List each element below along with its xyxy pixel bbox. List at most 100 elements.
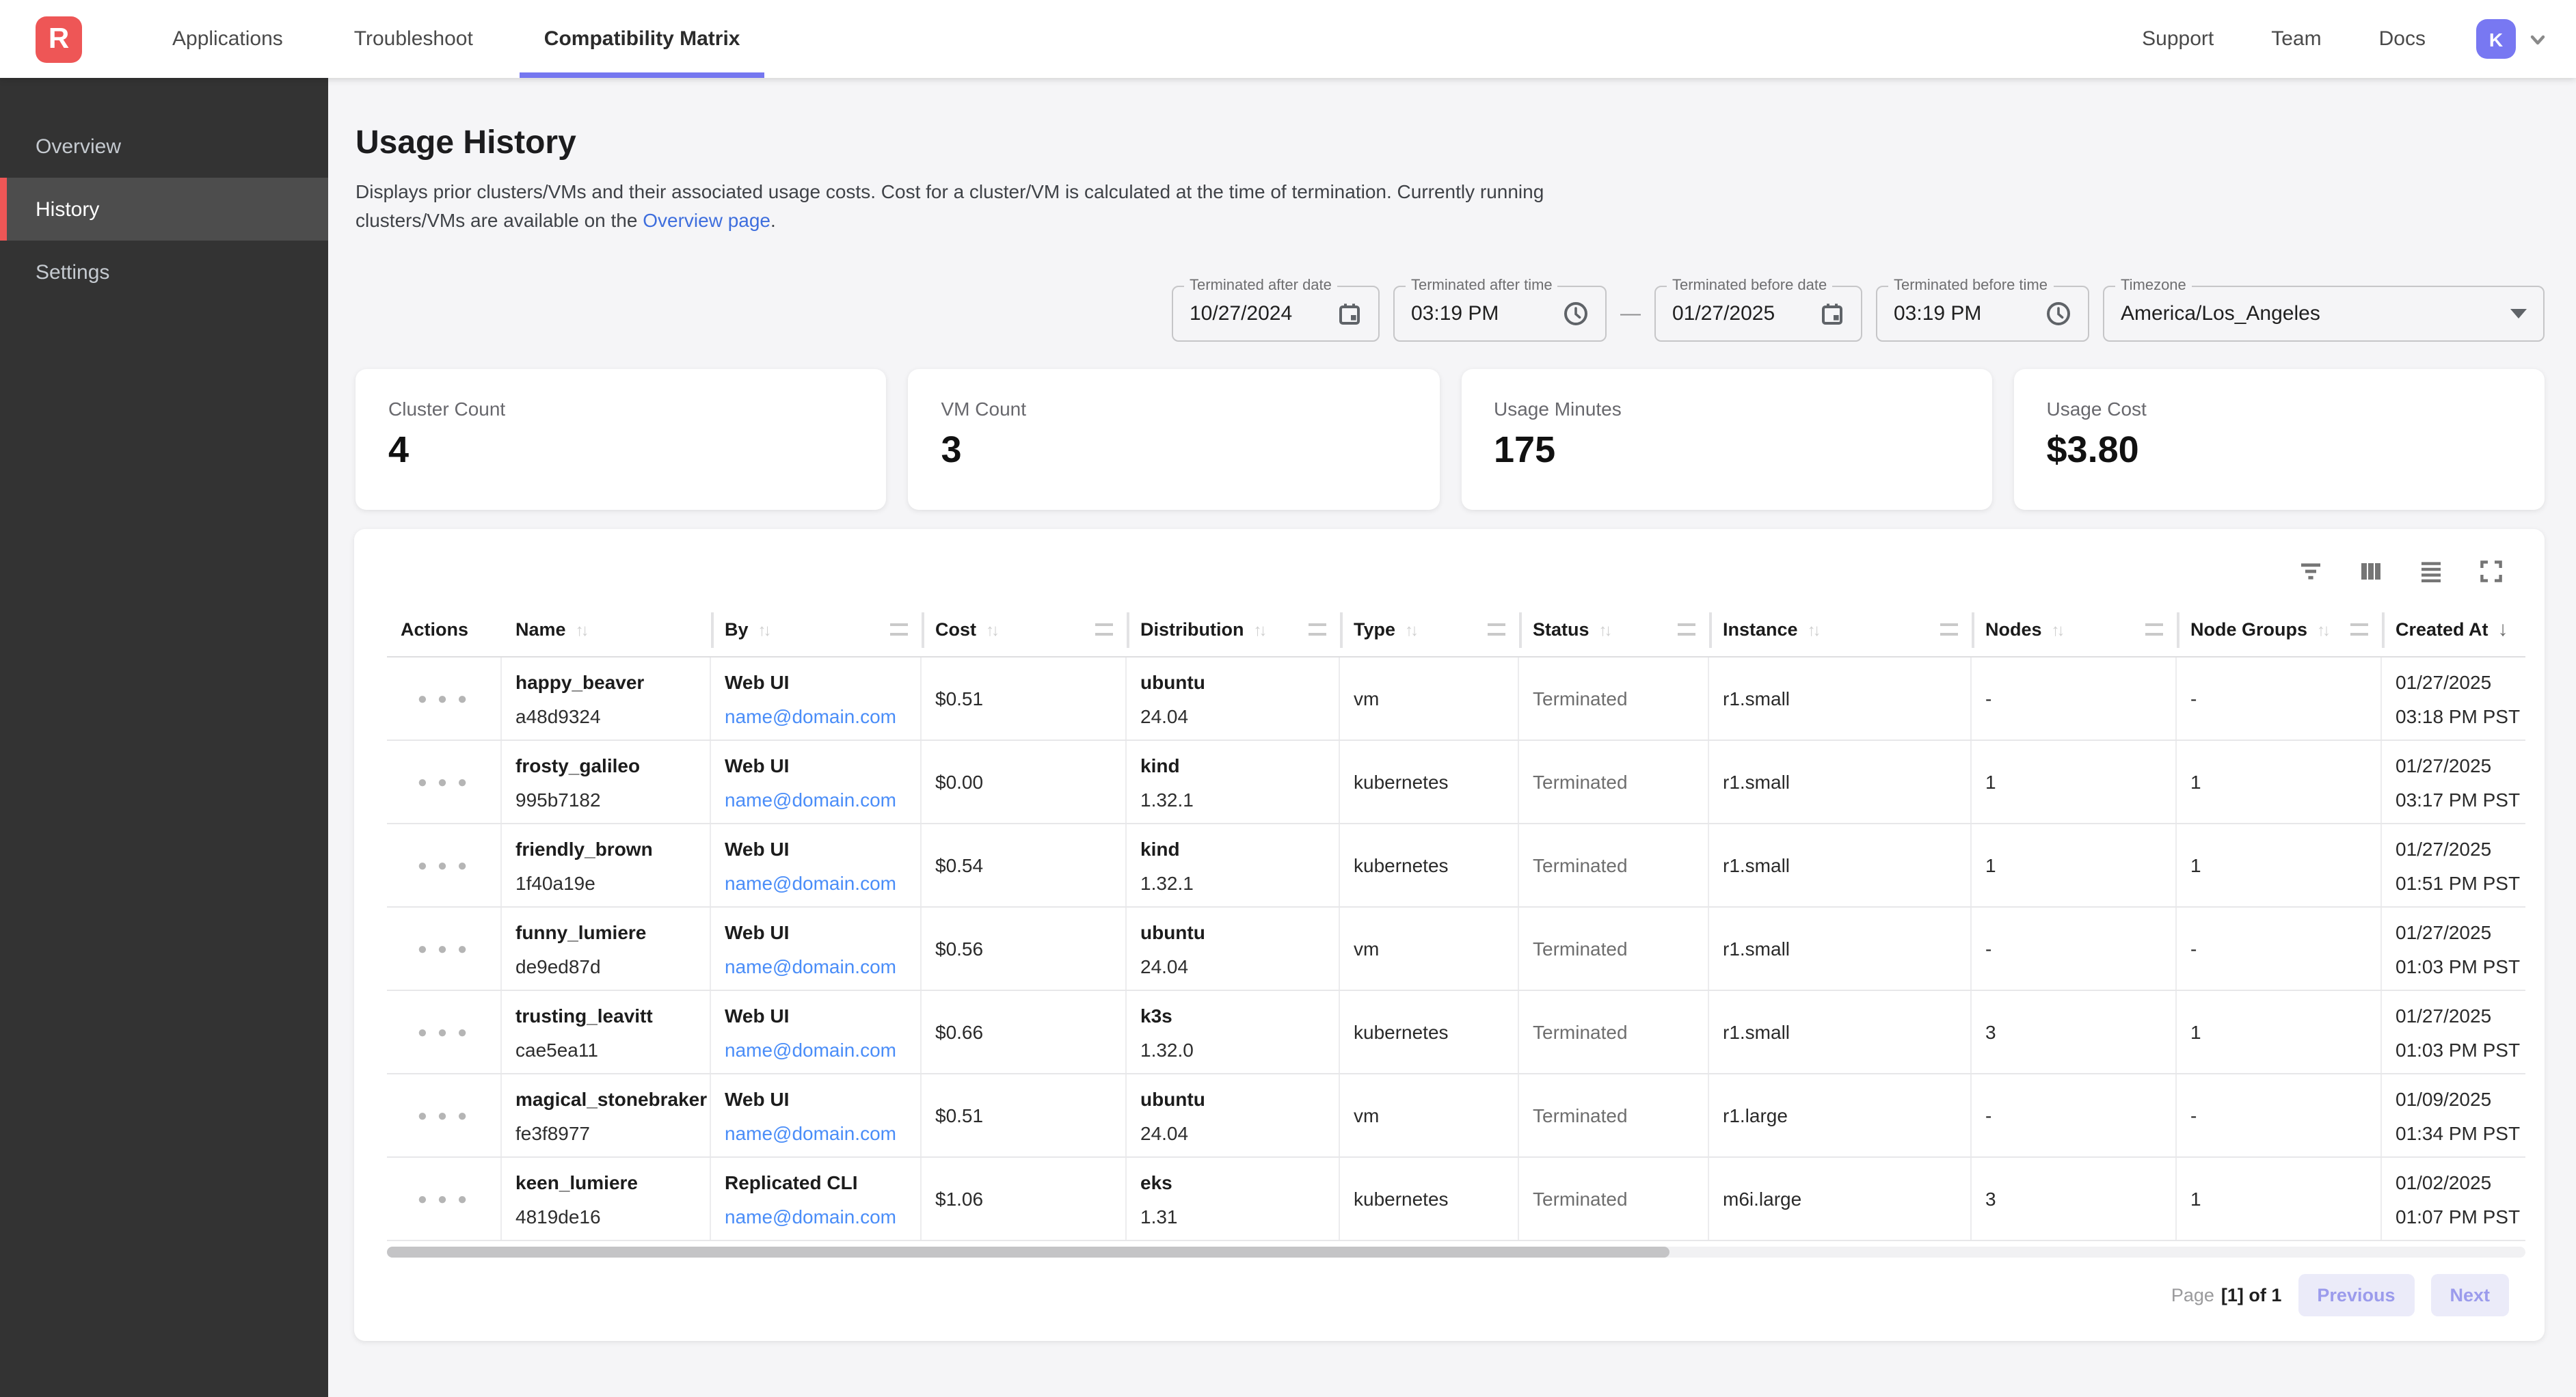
- sort-icon[interactable]: ↑↓: [1254, 620, 1265, 639]
- avatar[interactable]: K: [2476, 19, 2516, 59]
- terminated-after-time-field[interactable]: Terminated after time 03:19 PM: [1393, 286, 1607, 342]
- stat-label: VM Count: [941, 398, 1407, 420]
- column-menu-icon[interactable]: [1309, 623, 1326, 636]
- column-header-nodes[interactable]: Nodes ↑↓: [1972, 603, 2177, 656]
- terminated-before-time-value[interactable]: 03:19 PM: [1894, 302, 1981, 325]
- cluster-id: cae5ea11: [515, 1038, 696, 1060]
- created-by-email-link[interactable]: name@domain.com: [725, 1038, 907, 1060]
- column-label: Actions: [401, 619, 468, 640]
- type-value: kubernetes: [1354, 1188, 1504, 1210]
- sidebar-item-settings[interactable]: Settings: [0, 241, 328, 303]
- column-menu-icon[interactable]: [1488, 623, 1505, 636]
- clock-icon[interactable]: [1544, 301, 1589, 327]
- replicated-logo[interactable]: R: [36, 16, 82, 62]
- timezone-select[interactable]: Timezone America/Los_Angeles: [2103, 286, 2545, 342]
- row-actions-menu-icon[interactable]: ● ● ●: [418, 856, 470, 875]
- column-menu-icon[interactable]: [1678, 623, 1695, 636]
- nav-link-team[interactable]: Team: [2242, 27, 2350, 51]
- chevron-down-icon[interactable]: [2527, 28, 2549, 50]
- table-row: ● ● ● funny_lumiere de9ed87d Web UI name…: [387, 908, 2525, 991]
- sort-icon[interactable]: ↑↓: [986, 620, 997, 639]
- terminated-before-date-value[interactable]: 01/27/2025: [1672, 302, 1775, 325]
- distribution-version: 1.32.1: [1140, 788, 1325, 810]
- column-menu-icon[interactable]: [1095, 623, 1113, 636]
- terminated-after-date-value[interactable]: 10/27/2024: [1190, 302, 1292, 325]
- row-actions-menu-icon[interactable]: ● ● ●: [418, 689, 470, 708]
- scrollbar-thumb[interactable]: [387, 1247, 1670, 1258]
- sort-icon[interactable]: ↑↓: [1405, 620, 1416, 639]
- created-by-email-link[interactable]: name@domain.com: [725, 955, 907, 977]
- row-by-cell: Web UI name@domain.com: [711, 1074, 922, 1156]
- tab-troubleshoot[interactable]: Troubleshoot: [319, 0, 509, 78]
- distribution-version: 1.32.0: [1140, 1038, 1325, 1060]
- calendar-icon[interactable]: [1318, 301, 1362, 326]
- instance-value: r1.small: [1723, 771, 1957, 793]
- previous-button[interactable]: Previous: [2298, 1274, 2414, 1316]
- sort-icon[interactable]: ↑↓: [2317, 620, 2328, 639]
- fullscreen-icon[interactable]: [2479, 559, 2504, 584]
- sort-icon[interactable]: ↑↓: [1599, 620, 1610, 639]
- overview-page-link[interactable]: Overview page: [643, 209, 770, 231]
- column-header-node-groups[interactable]: Node Groups ↑↓: [2177, 603, 2382, 656]
- row-nodes-cell: 1: [1972, 741, 2177, 823]
- tab-applications[interactable]: Applications: [137, 0, 319, 78]
- column-header-type[interactable]: Type ↑↓: [1340, 603, 1519, 656]
- created-by-source: Web UI: [725, 921, 907, 942]
- nav-link-support[interactable]: Support: [2113, 27, 2242, 51]
- created-by-email-link[interactable]: name@domain.com: [725, 1205, 907, 1227]
- created-by-email-link[interactable]: name@domain.com: [725, 788, 907, 810]
- calendar-icon[interactable]: [1801, 301, 1844, 326]
- row-actions-menu-icon[interactable]: ● ● ●: [418, 1106, 470, 1125]
- distribution-name: ubuntu: [1140, 1087, 1325, 1109]
- terminated-before-date-field[interactable]: Terminated before date 01/27/2025: [1654, 286, 1862, 342]
- nodes-value: -: [1985, 688, 2162, 709]
- sort-icon[interactable]: ↑↓: [2052, 620, 2063, 639]
- created-by-email-link[interactable]: name@domain.com: [725, 871, 907, 893]
- created-by-email-link[interactable]: name@domain.com: [725, 1122, 907, 1143]
- cluster-id: de9ed87d: [515, 955, 696, 977]
- sort-icon[interactable]: ↑↓: [1808, 620, 1819, 639]
- row-instance-cell: r1.small: [1709, 824, 1972, 906]
- terminated-before-time-field[interactable]: Terminated before time 03:19 PM: [1876, 286, 2089, 342]
- column-menu-icon[interactable]: [2350, 623, 2368, 636]
- sort-icon[interactable]: ↑↓: [758, 620, 769, 639]
- row-actions-menu-icon[interactable]: ● ● ●: [418, 1189, 470, 1208]
- column-header-instance[interactable]: Instance ↑↓: [1709, 603, 1972, 656]
- nodes-value: 3: [1985, 1188, 2162, 1210]
- terminated-after-time-value[interactable]: 03:19 PM: [1411, 302, 1499, 325]
- table-body: ● ● ● happy_beaver a48d9324 Web UI name@…: [387, 657, 2525, 1241]
- row-actions-menu-icon[interactable]: ● ● ●: [418, 772, 470, 791]
- column-header-cost[interactable]: Cost ↑↓: [922, 603, 1127, 656]
- sort-desc-icon[interactable]: ↓: [2498, 618, 2508, 641]
- nav-link-docs[interactable]: Docs: [2350, 27, 2454, 51]
- column-header-by[interactable]: By ↑↓: [711, 603, 922, 656]
- timezone-value[interactable]: America/Los_Angeles: [2121, 302, 2320, 325]
- column-header-name[interactable]: Name ↑↓: [502, 603, 711, 656]
- next-button[interactable]: Next: [2430, 1274, 2509, 1316]
- column-menu-icon[interactable]: [890, 623, 908, 636]
- filter-icon[interactable]: [2298, 559, 2323, 584]
- column-menu-icon[interactable]: [2145, 623, 2163, 636]
- cluster-name: friendly_brown: [515, 837, 696, 859]
- columns-icon[interactable]: [2359, 559, 2383, 584]
- dropdown-arrow-icon[interactable]: [2510, 309, 2527, 318]
- sidebar-item-history[interactable]: History: [0, 178, 328, 241]
- density-icon[interactable]: [2419, 559, 2443, 584]
- row-actions-menu-icon[interactable]: ● ● ●: [418, 1022, 470, 1042]
- row-actions-menu-icon[interactable]: ● ● ●: [418, 939, 470, 958]
- column-menu-icon[interactable]: [1940, 623, 1958, 636]
- sort-icon[interactable]: ↑↓: [576, 620, 587, 639]
- column-header-distribution[interactable]: Distribution ↑↓: [1127, 603, 1340, 656]
- column-header-created-at[interactable]: Created At ↓: [2382, 603, 2525, 656]
- terminated-after-date-field[interactable]: Terminated after date 10/27/2024: [1172, 286, 1380, 342]
- sidebar-list: Overview History Settings: [0, 78, 328, 303]
- row-status-cell: Terminated: [1519, 1158, 1709, 1240]
- column-header-status[interactable]: Status ↑↓: [1519, 603, 1709, 656]
- clock-icon[interactable]: [2026, 301, 2071, 327]
- row-nodes-cell: 3: [1972, 991, 2177, 1073]
- row-created-at-cell: 01/27/2025 03:17 PM PST: [2382, 741, 2525, 823]
- sidebar-item-overview[interactable]: Overview: [0, 115, 328, 178]
- status-value: Terminated: [1533, 771, 1694, 793]
- created-by-email-link[interactable]: name@domain.com: [725, 705, 907, 727]
- tab-compatibility-matrix[interactable]: Compatibility Matrix: [509, 0, 776, 78]
